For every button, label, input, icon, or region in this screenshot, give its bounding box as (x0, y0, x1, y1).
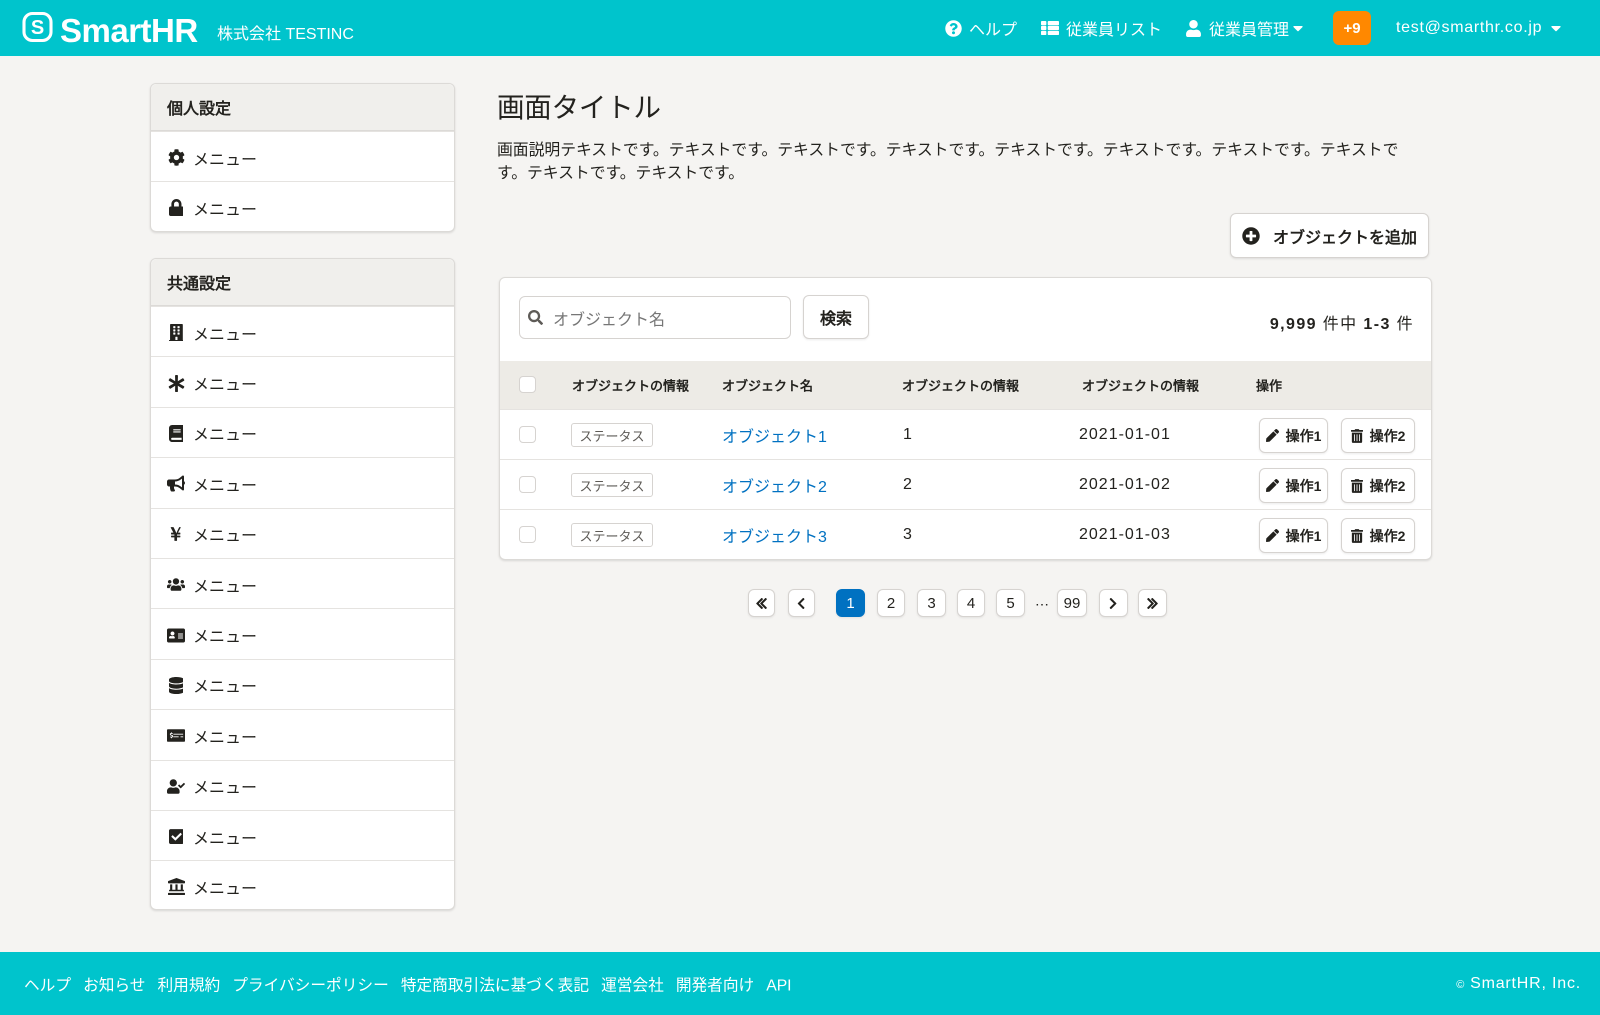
svg-text:S: S (31, 17, 44, 39)
